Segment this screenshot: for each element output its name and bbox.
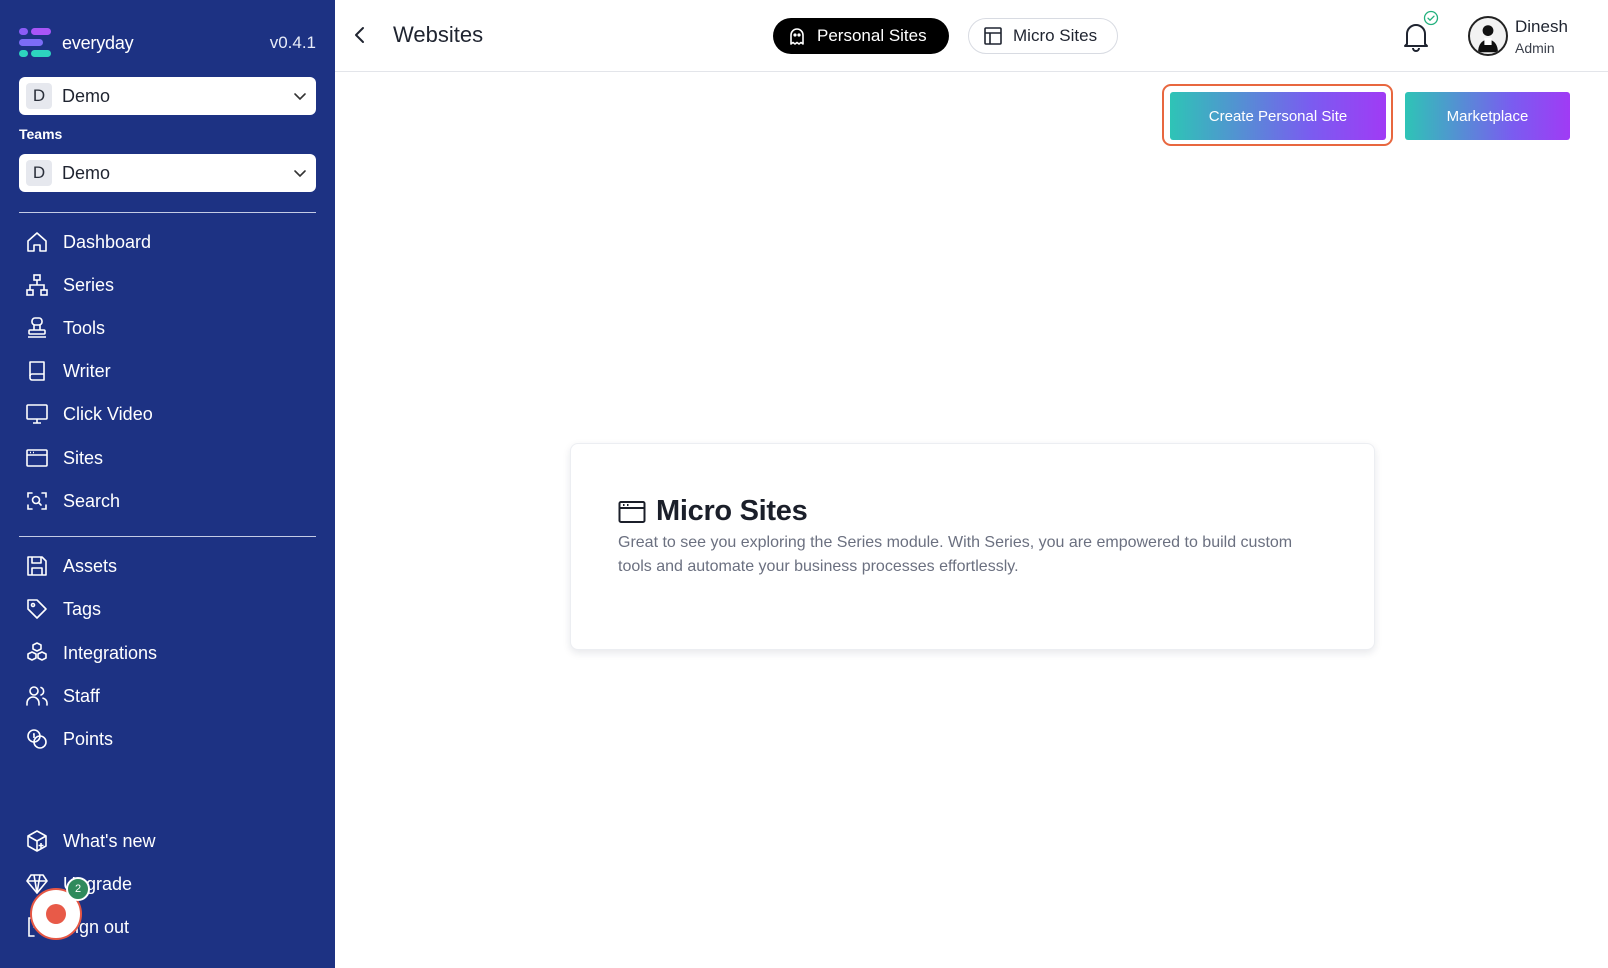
create-personal-site-button[interactable]: Create Personal Site: [1170, 92, 1386, 140]
brand: everyday v0.4.1: [19, 28, 316, 58]
scan-search-icon: [24, 488, 50, 514]
card-header: Micro Sites: [618, 495, 808, 528]
page-title: Websites: [393, 22, 484, 47]
sidebar-item-label: Search: [63, 490, 121, 511]
tab-label: Micro Sites: [1013, 26, 1098, 45]
sidebar-item-integrations[interactable]: Integrations: [19, 635, 316, 671]
workspace-select[interactable]: D Demo: [19, 77, 316, 115]
user-name: Dinesh: [1515, 17, 1568, 36]
tools-icon: [24, 315, 50, 341]
teams-label: Teams: [19, 126, 63, 142]
sidebar-item-tags[interactable]: Tags: [19, 591, 316, 627]
chevron-down-icon: [294, 93, 306, 101]
back-arrow-icon[interactable]: [349, 24, 371, 46]
book-icon: [24, 358, 50, 384]
team-initial: D: [26, 160, 52, 186]
cubes-icon: [24, 640, 50, 666]
workspace-value: Demo: [62, 85, 111, 106]
card-title: Micro Sites: [656, 495, 808, 527]
everyday-logo-icon: [19, 28, 51, 58]
tab-label: Personal Sites: [817, 26, 927, 45]
chevron-down-icon: [294, 170, 306, 178]
record-dot-icon: [46, 904, 66, 924]
floppy-icon: [24, 553, 50, 579]
sidebar-item-label: Series: [63, 274, 115, 295]
sidebar-item-series[interactable]: Series: [19, 267, 316, 303]
app-version: v0.4.1: [269, 33, 316, 52]
sidebar-item-sites[interactable]: Sites: [19, 440, 316, 476]
sidebar-item-writer[interactable]: Writer: [19, 353, 316, 389]
sidebar-item-label: Writer: [63, 360, 111, 381]
tag-icon: [24, 596, 50, 622]
check-circle-icon: [1423, 10, 1439, 26]
sidebar-item-search[interactable]: Search: [19, 483, 316, 519]
sidebar-item-label: Integrations: [63, 642, 158, 663]
empty-state-card: Micro Sites Great to see you exploring t…: [570, 443, 1375, 650]
sidebar: everyday v0.4.1 D Demo Teams D Demo Dash…: [0, 0, 335, 968]
sidebar-item-label: Dashboard: [63, 231, 152, 252]
sidebar-item-label: Sites: [63, 447, 104, 468]
sidebar-item-tools[interactable]: Tools: [19, 310, 316, 346]
sidebar-item-dashboard[interactable]: Dashboard: [19, 224, 316, 260]
user-silhouette-icon: [1478, 25, 1498, 53]
tab-micro-sites[interactable]: Micro Sites: [968, 18, 1118, 54]
browser-icon: [618, 500, 646, 523]
tab-personal-sites[interactable]: Personal Sites: [773, 18, 949, 54]
sidebar-divider: [19, 536, 316, 537]
sidebar-item-label: Click Video: [63, 403, 153, 424]
card-description: Great to see you exploring the Series mo…: [618, 534, 1293, 575]
sidebar-item-label: Tools: [63, 317, 106, 338]
sidebar-item-points[interactable]: Points: [19, 721, 316, 757]
monitor-icon: [24, 401, 50, 427]
sidebar-item-whats-new[interactable]: What's new: [19, 823, 316, 859]
home-icon: [24, 229, 50, 255]
sidebar-item-label: Points: [63, 728, 114, 749]
user-role: Admin: [1515, 40, 1555, 56]
browser-icon: [24, 445, 50, 471]
sidebar-item-label: Assets: [63, 555, 118, 576]
notification-count-badge: 2: [66, 877, 90, 901]
top-header: Websites Personal Sites Micro Sites Dine…: [335, 0, 1608, 72]
box-plus-icon: [24, 828, 50, 854]
sidebar-item-label: Staff: [63, 685, 100, 706]
workspace-initial: D: [26, 83, 52, 109]
marketplace-button[interactable]: Marketplace: [1405, 92, 1570, 140]
sidebar-item-click-video[interactable]: Click Video: [19, 396, 316, 432]
sidebar-item-staff[interactable]: Staff: [19, 678, 316, 714]
sidebar-item-label: What's new: [63, 830, 156, 851]
users-icon: [24, 683, 50, 709]
team-select[interactable]: D Demo: [19, 154, 316, 192]
brand-name: everyday: [62, 32, 134, 53]
avatar[interactable]: [1468, 16, 1508, 56]
ghost-icon: [790, 28, 804, 45]
layout-icon: [984, 27, 1002, 45]
coins-icon: [24, 726, 50, 752]
sitemap-icon: [24, 272, 50, 298]
sidebar-divider: [19, 212, 316, 213]
sidebar-item-assets[interactable]: Assets: [19, 548, 316, 584]
sidebar-item-label: Tags: [63, 598, 102, 619]
team-value: Demo: [62, 162, 111, 183]
